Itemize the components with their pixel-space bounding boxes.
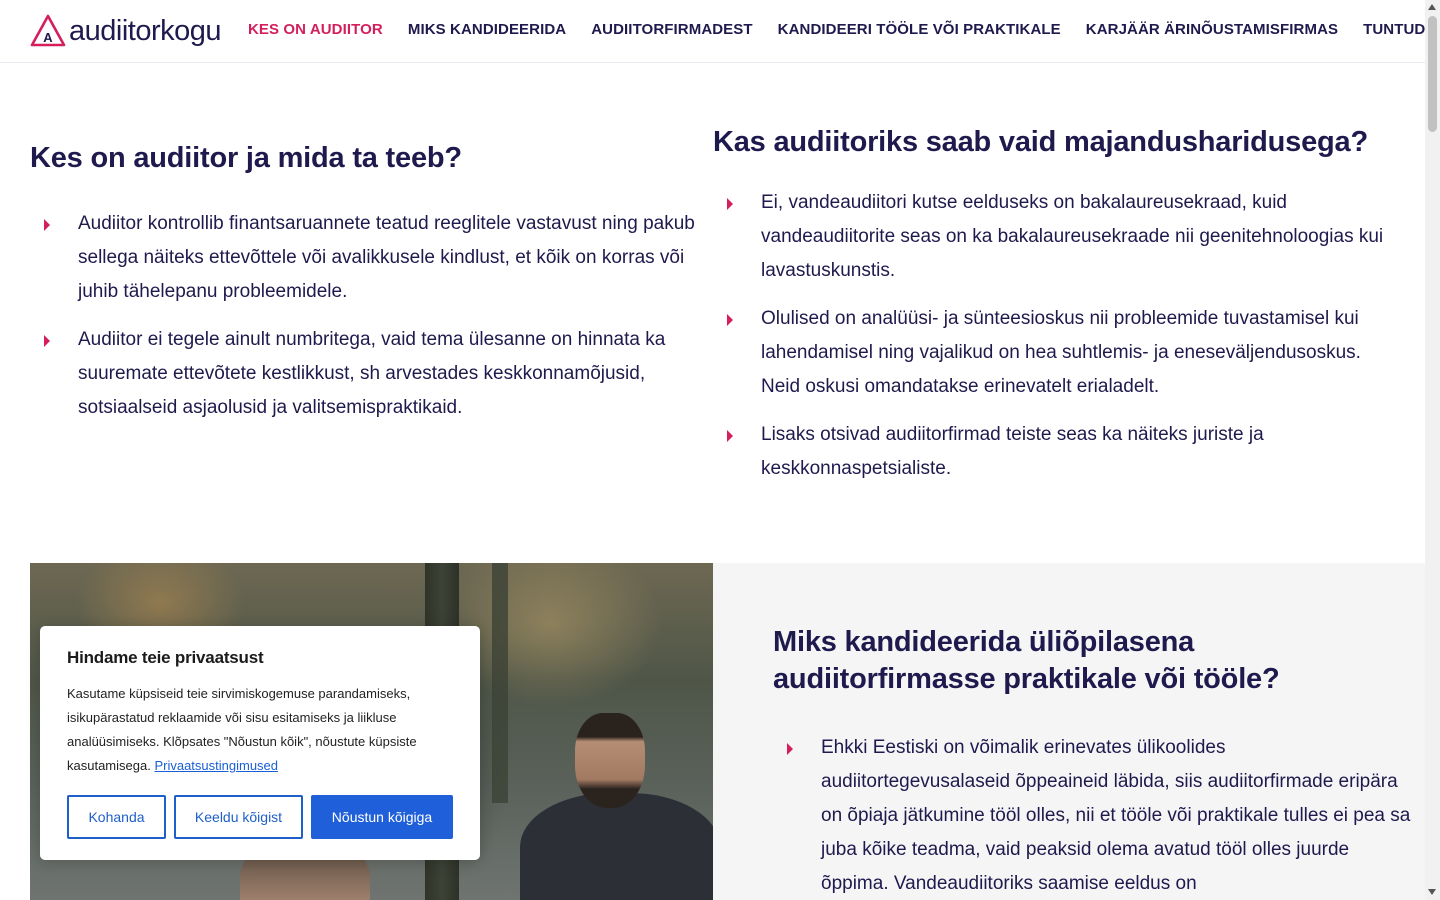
privacy-link[interactable]: Privaatsustingimused [154,758,278,773]
nav-item-kes-on-audiitor[interactable]: KES ON AUDIITOR [248,21,383,38]
logo-icon: A [30,14,66,48]
accept-all-button[interactable]: Nõustun kõigiga [311,795,453,839]
list-item: Audiitor kontrollib finantsaruannete tea… [30,207,710,309]
section-title: Miks kandideerida üliõpilasena audiitorf… [773,626,1280,695]
site-header: A audiitorkogu KES ON AUDIITOR MIKS KAND… [0,0,1440,63]
nav-item-audiitorfirmadest[interactable]: AUDIITORFIRMADEST [591,21,752,38]
list-item: Ei, vandeaudiitori kutse eelduseks on ba… [713,186,1403,288]
list-item: Lisaks otsivad audiitorfirmad teiste sea… [713,418,1403,486]
main-nav: KES ON AUDIITOR MIKS KANDIDEERIDA AUDIIT… [248,21,1440,38]
arrow-right-icon [787,743,793,755]
section-who-is-auditor: Kes on audiitor ja mida ta teeb? Audiito… [30,140,710,439]
cookie-text: Kasutame küpsiseid teie sirvimiskogemuse… [67,682,453,778]
scroll-thumb[interactable] [1428,16,1437,132]
logo-text: audiitorkogu [69,14,222,47]
list-item: Olulised on analüüsi- ja sünteesioskus n… [713,302,1403,404]
arrow-right-icon [44,335,50,347]
nav-item-kandideeri[interactable]: KANDIDEERI TÖÖLE VÕI PRAKTIKALE [778,21,1061,38]
section-title: Kas audiitoriks saab vaid majandusharidu… [713,126,1368,158]
arrow-right-icon [727,198,733,210]
list-item: Audiitor ei tegele ainult numbritega, va… [30,323,710,425]
arrow-right-icon [44,219,50,231]
scroll-down-arrow-icon[interactable] [1428,889,1436,895]
list-item-text: Audiitor ei tegele ainult numbritega, va… [78,329,666,418]
list-item-text: Ei, vandeaudiitori kutse eelduseks on ba… [761,192,1384,281]
list-item-text: Olulised on analüüsi- ja sünteesioskus n… [761,308,1361,397]
reject-all-button[interactable]: Keeldu kõigist [174,795,303,839]
page-scrollbar[interactable] [1425,0,1440,900]
list-item-text: Audiitor kontrollib finantsaruannete tea… [78,213,695,302]
section-economics-education: Kas audiitoriks saab vaid majandusharidu… [713,124,1403,500]
cookie-title: Hindame teie privaatsust [67,648,264,667]
scroll-up-arrow-icon[interactable] [1428,4,1436,10]
list-item: Ehkki Eestiski on võimalik erinevates ül… [773,731,1413,900]
section-title: Kes on audiitor ja mida ta teeb? [30,142,462,174]
arrow-right-icon [727,314,733,326]
list-item-text: Ehkki Eestiski on võimalik erinevates ül… [821,737,1411,894]
nav-item-miks-kandideerida[interactable]: MIKS KANDIDEERIDA [408,21,566,38]
nav-item-karjaar[interactable]: KARJÄÄR ÄRINÕUSTAMISFIRMAS [1086,21,1338,38]
logo[interactable]: A audiitorkogu [30,14,222,48]
bullet-list: Audiitor kontrollib finantsaruannete tea… [30,207,710,425]
bullet-list: Ehkki Eestiski on võimalik erinevates ül… [773,731,1413,900]
bullet-list: Ei, vandeaudiitori kutse eelduseks on ba… [713,186,1403,486]
arrow-right-icon [727,430,733,442]
list-item-text: Lisaks otsivad audiitorfirmad teiste sea… [761,424,1264,479]
section-why-apply: Miks kandideerida üliõpilasena audiitorf… [773,624,1413,900]
cookie-buttons: Kohanda Keeldu kõigist Nõustun kõigiga [67,795,461,839]
cookie-consent-dialog: Hindame teie privaatsust Kasutame küpsis… [40,626,480,860]
customize-button[interactable]: Kohanda [67,795,166,839]
svg-text:A: A [43,30,53,45]
